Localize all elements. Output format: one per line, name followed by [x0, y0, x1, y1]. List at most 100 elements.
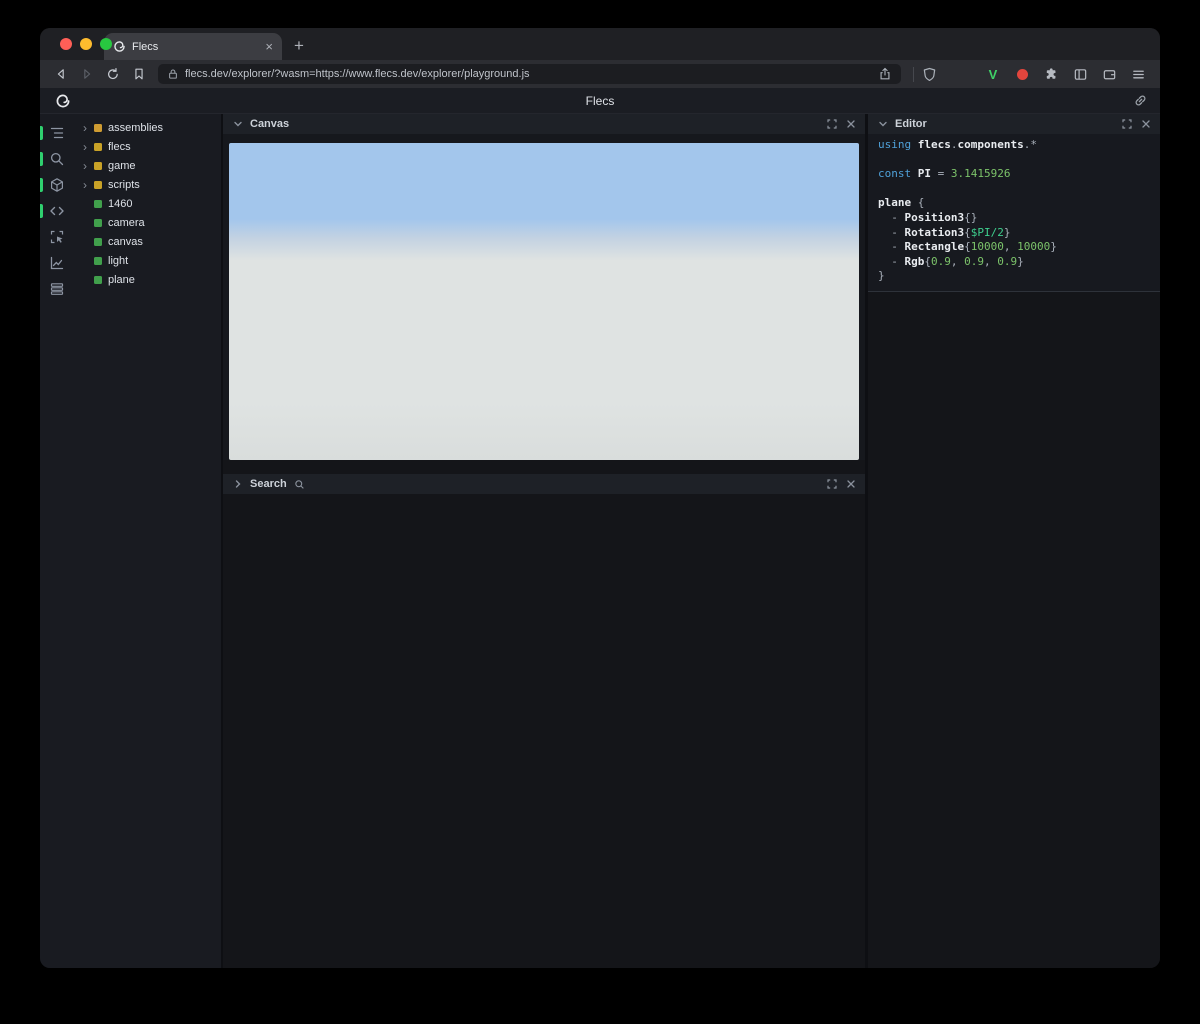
- entity-color-square: [94, 237, 102, 246]
- chevron-down-icon[interactable]: [231, 118, 244, 131]
- tab-close-icon[interactable]: ×: [265, 40, 273, 53]
- entity-color-square: [94, 199, 102, 208]
- url-bar[interactable]: flecs.dev/explorer/?wasm=https://www.fle…: [158, 64, 901, 84]
- extensions-area: V: [983, 64, 1148, 84]
- bookmark-icon[interactable]: [128, 63, 150, 85]
- flecs-favicon-icon: [113, 40, 126, 53]
- canvas-wrap: [223, 134, 865, 460]
- tree-item-label: camera: [108, 216, 145, 229]
- menu-icon[interactable]: [1128, 64, 1148, 84]
- close-window-button[interactable]: [60, 38, 72, 50]
- code-icon[interactable]: [40, 198, 74, 224]
- page-title: Flecs: [585, 93, 615, 108]
- close-icon[interactable]: [1139, 118, 1152, 131]
- explorer-content: › assemblies › flecs › game › scripts 1460 camera…: [40, 114, 1160, 968]
- code-line: - Position3{}: [878, 210, 978, 224]
- tree-item-label: assemblies: [108, 121, 164, 134]
- tree-item-label: 1460: [108, 197, 133, 210]
- browser-toolbar: flecs.dev/explorer/?wasm=https://www.fle…: [40, 60, 1160, 88]
- red-extension-icon[interactable]: [1012, 64, 1032, 84]
- center-empty-area: [223, 494, 865, 968]
- zoom-window-button[interactable]: [100, 38, 112, 50]
- entity-tree-icon[interactable]: [40, 120, 74, 146]
- left-iconbar: [40, 114, 74, 968]
- reload-icon[interactable]: [102, 63, 124, 85]
- code-line: - Rectangle{10000, 10000}: [878, 240, 1057, 254]
- tree-item-label: flecs: [108, 140, 131, 153]
- tree-item-camera[interactable]: camera: [74, 213, 221, 232]
- expand-icon[interactable]: [825, 118, 838, 131]
- entity-color-square: [94, 275, 102, 284]
- tab-strip: Flecs × +: [40, 28, 1160, 60]
- expand-arrow-icon[interactable]: ›: [83, 160, 94, 172]
- forward-icon[interactable]: [76, 63, 98, 85]
- flecs-logo-icon[interactable]: [55, 93, 71, 109]
- editor-code[interactable]: using flecs.components.* const PI = 3.141…: [868, 134, 1160, 292]
- search-panel-header: Search: [223, 474, 865, 494]
- expand-icon[interactable]: [1120, 118, 1133, 131]
- share-icon[interactable]: [878, 67, 892, 81]
- v-extension-icon[interactable]: V: [983, 64, 1003, 84]
- tree-item-label: scripts: [108, 178, 140, 191]
- brave-shield-icon[interactable]: [922, 67, 937, 82]
- back-icon[interactable]: [50, 63, 72, 85]
- queries-icon[interactable]: [40, 276, 74, 302]
- canvas-panel-title: Canvas: [250, 118, 290, 130]
- code-line: plane {: [878, 196, 925, 210]
- tree-item-label: game: [108, 159, 136, 172]
- expand-arrow-icon[interactable]: ›: [83, 179, 94, 191]
- tree-item-label: light: [108, 254, 129, 267]
- tree-item-light[interactable]: light: [74, 251, 221, 270]
- expand-arrow-icon[interactable]: ›: [83, 141, 94, 153]
- search-icon[interactable]: [40, 146, 74, 172]
- canvas-panel-header: Canvas: [223, 114, 865, 134]
- code-line: - Rgb{0.9, 0.9, 0.9}: [878, 254, 1024, 268]
- wallet-icon[interactable]: [1099, 64, 1119, 84]
- chevron-right-icon[interactable]: [231, 478, 244, 491]
- window-controls: [60, 38, 112, 50]
- toolbar-divider: [913, 66, 914, 82]
- extensions-puzzle-icon[interactable]: [1041, 64, 1061, 84]
- entity-color-square: [94, 123, 102, 132]
- editor-panel-title: Editor: [895, 118, 927, 130]
- canvas-3d-viewport[interactable]: [229, 143, 859, 460]
- entity-color-square: [94, 180, 102, 189]
- tree-item-label: canvas: [108, 235, 143, 248]
- entities-icon[interactable]: [40, 172, 74, 198]
- close-icon[interactable]: [844, 118, 857, 131]
- tree-item-scripts[interactable]: › scripts: [74, 175, 221, 194]
- code-line: const PI = 3.1415926: [878, 167, 1011, 181]
- entity-tree: › assemblies › flecs › game › scripts 1460 camera…: [74, 114, 221, 968]
- minimize-window-button[interactable]: [80, 38, 92, 50]
- inspect-icon[interactable]: [40, 224, 74, 250]
- tree-item-flecs[interactable]: › flecs: [74, 137, 221, 156]
- tree-item-game[interactable]: › game: [74, 156, 221, 175]
- expand-arrow-icon[interactable]: ›: [83, 122, 94, 134]
- editor-empty-area: [868, 292, 1160, 968]
- code-line: - Rotation3{$PI/2}: [878, 225, 1011, 239]
- chevron-down-icon[interactable]: [876, 118, 889, 131]
- entity-color-square: [94, 142, 102, 151]
- browser-tab[interactable]: Flecs ×: [104, 33, 282, 60]
- new-tab-button[interactable]: +: [286, 33, 312, 59]
- center-column: Canvas Search: [223, 114, 865, 968]
- expand-icon[interactable]: [825, 478, 838, 491]
- url-text: flecs.dev/explorer/?wasm=https://www.fle…: [185, 68, 530, 80]
- panel-gap: [223, 460, 865, 474]
- close-icon[interactable]: [844, 478, 857, 491]
- tree-item-assemblies[interactable]: › assemblies: [74, 118, 221, 137]
- tree-item-plane[interactable]: plane: [74, 270, 221, 289]
- link-icon[interactable]: [1133, 93, 1148, 108]
- sidebar-toggle-icon[interactable]: [1070, 64, 1090, 84]
- entity-color-square: [94, 218, 102, 227]
- code-line: using flecs.components.*: [878, 138, 1037, 151]
- stats-icon[interactable]: [40, 250, 74, 276]
- tree-item-1460[interactable]: 1460: [74, 194, 221, 213]
- search-icon: [293, 478, 306, 491]
- entity-color-square: [94, 161, 102, 170]
- search-panel-title: Search: [250, 478, 287, 490]
- tab-title: Flecs: [132, 40, 159, 53]
- tree-item-canvas[interactable]: canvas: [74, 232, 221, 251]
